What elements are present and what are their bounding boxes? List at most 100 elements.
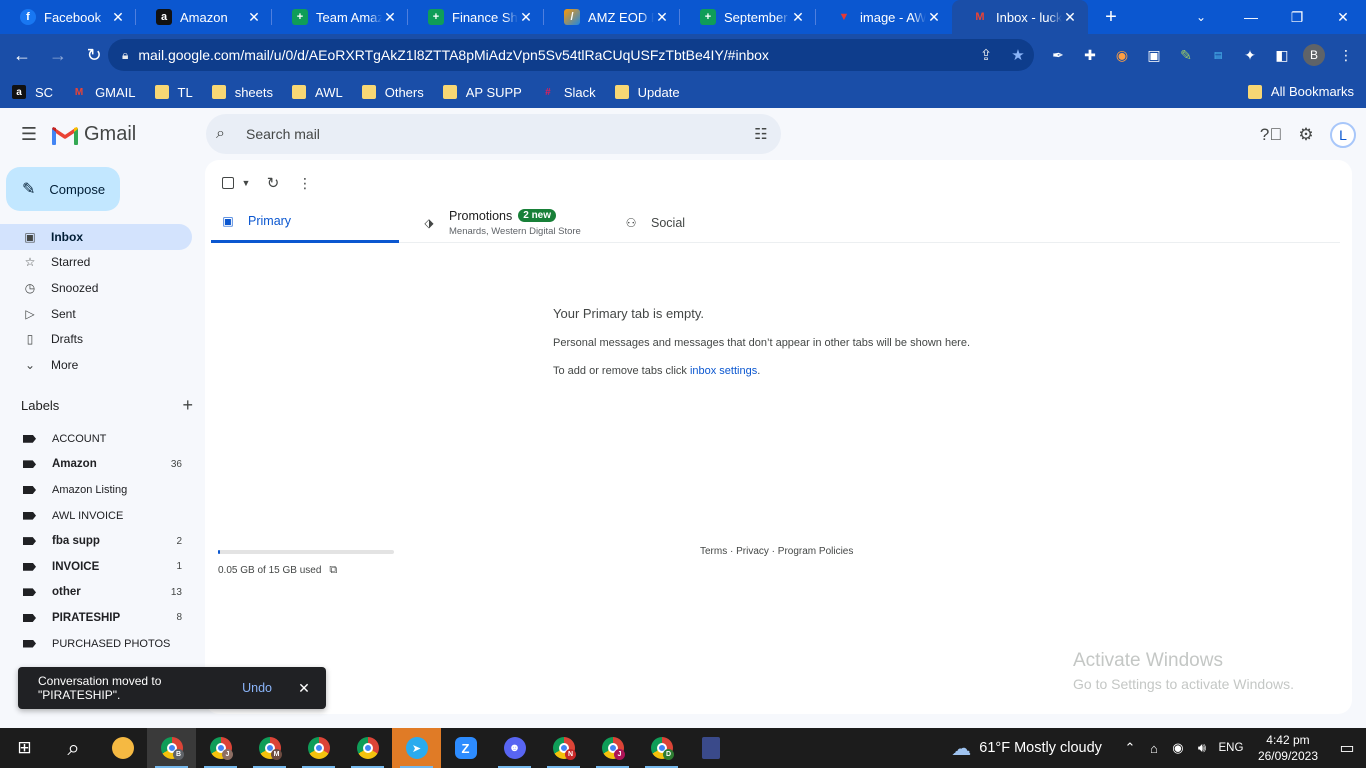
extensions-puzzle-icon[interactable]: ✦	[1234, 39, 1266, 71]
search-icon[interactable]: ⌕	[216, 125, 240, 143]
bookmark-item[interactable]: TL	[154, 85, 193, 100]
sidebar-item-inbox[interactable]: ▣ Inbox	[0, 224, 192, 250]
select-all-checkbox[interactable]	[217, 169, 239, 197]
telegram-icon[interactable]: ➤	[392, 728, 441, 768]
search-options-icon[interactable]: ☷	[741, 125, 781, 143]
chrome-profile-m-icon[interactable]: M	[245, 728, 294, 768]
discord-icon[interactable]: ☻	[490, 728, 539, 768]
browser-tab[interactable]: / AMZ EOD Report✕	[544, 0, 680, 34]
close-icon[interactable]: ✕	[294, 680, 314, 697]
search-input[interactable]	[246, 126, 741, 142]
close-tab-icon[interactable]: ✕	[246, 9, 262, 26]
inbox-settings-link[interactable]: inbox settings	[690, 365, 757, 377]
search-taskbar-icon[interactable]: ⌕	[49, 728, 98, 768]
minimize-button[interactable]: —	[1228, 0, 1274, 34]
label-item[interactable]: other 13	[0, 580, 192, 606]
close-tab-icon[interactable]: ✕	[926, 9, 942, 26]
sidebar-item-more[interactable]: ⌄ More	[0, 352, 192, 378]
label-item[interactable]: AWL INVOICE	[0, 503, 192, 529]
label-item[interactable]: INVOICE 1	[0, 554, 192, 580]
bookmark-item[interactable]: Update	[614, 85, 680, 100]
clock[interactable]: 4:42 pm 26/09/2023	[1258, 732, 1318, 764]
bookmark-item[interactable]: Others	[361, 85, 424, 100]
close-tab-icon[interactable]: ✕	[518, 9, 534, 26]
bookmark-item[interactable]: AP SUPP	[442, 85, 522, 100]
help-icon[interactable]: ?⃝	[1254, 118, 1288, 152]
browser-tab[interactable]: + Team Amazing✕	[272, 0, 408, 34]
chrome-profile-b-icon[interactable]: B	[147, 728, 196, 768]
network-icon[interactable]: ⌂	[1142, 741, 1166, 756]
zoom-icon[interactable]: Z	[441, 728, 490, 768]
label-item[interactable]: Amazon Listing	[0, 477, 192, 503]
weather-widget[interactable]: ☁ 61°F Mostly cloudy	[951, 736, 1102, 761]
bookmark-item[interactable]: sheets	[211, 85, 273, 100]
chevron-up-icon[interactable]: ⌃	[1118, 740, 1142, 756]
refresh-icon[interactable]: ↻	[253, 169, 293, 197]
browser-tab[interactable]: a Amazon ✕	[136, 0, 272, 34]
browser-tab[interactable]: + Finance Sheet✕	[408, 0, 544, 34]
reload-button[interactable]: ↻	[78, 39, 110, 71]
browser-tab[interactable]: M Inbox - lucky ✕	[952, 0, 1088, 34]
sidebar-item-drafts[interactable]: ▯ Drafts	[0, 326, 192, 352]
forward-button[interactable]: →	[42, 39, 74, 71]
bookmark-item[interactable]: M GMAIL	[72, 85, 136, 100]
close-tab-icon[interactable]: ✕	[382, 9, 398, 26]
settings-gear-icon[interactable]: ⚙	[1289, 118, 1323, 152]
back-button[interactable]: ←	[6, 39, 38, 71]
compose-button[interactable]: ✎ Compose	[6, 167, 120, 211]
main-menu-icon[interactable]: ☰	[17, 122, 41, 146]
extension-circle-icon[interactable]: ◉	[1106, 39, 1138, 71]
storage-meter[interactable]: 0.05 GB of 15 GB used ⧉	[218, 550, 394, 577]
extension-camera-icon[interactable]: ▣	[1138, 39, 1170, 71]
undo-button[interactable]: Undo	[242, 681, 272, 695]
chrome-profile-n-icon[interactable]: N	[539, 728, 588, 768]
volume-icon[interactable]: 🔊︎	[1190, 740, 1214, 756]
windows-start-icon[interactable]: ⊞	[0, 728, 49, 768]
footer-links[interactable]: Terms · Privacy · Program Policies	[700, 546, 853, 557]
chrome-profile-d-icon[interactable]: D	[637, 728, 686, 768]
profile-button[interactable]: B	[1298, 39, 1330, 71]
label-item[interactable]: fba supp 2	[0, 528, 192, 554]
close-tab-icon[interactable]: ✕	[110, 9, 126, 26]
camera-tray-icon[interactable]: ◉	[1166, 740, 1190, 756]
all-bookmarks-button[interactable]: All Bookmarks	[1247, 84, 1354, 99]
sidebar-item-sent[interactable]: ▷ Sent	[0, 301, 192, 327]
chrome-menu-icon[interactable]: ⋮	[1330, 39, 1362, 71]
extension-fba-icon[interactable]: ▤	[1202, 39, 1234, 71]
new-tab-button[interactable]: +	[1096, 6, 1126, 29]
side-panel-icon[interactable]: ◧	[1266, 39, 1298, 71]
label-item[interactable]: ACCOUNT	[0, 426, 192, 452]
sidebar-item-starred[interactable]: ☆ Starred	[0, 250, 192, 276]
sidebar-item-snoozed[interactable]: ◷ Snoozed	[0, 275, 192, 301]
account-avatar[interactable]: L	[1330, 122, 1356, 148]
label-item[interactable]: PURCHASED PHOTOS	[0, 631, 192, 657]
close-tab-icon[interactable]: ✕	[790, 9, 806, 26]
browser-tab[interactable]: ▼ image - AWL✕	[816, 0, 952, 34]
tab-social[interactable]: ⚇ Social	[623, 202, 793, 243]
browser-tab[interactable]: + September P✕	[680, 0, 816, 34]
bookmark-item[interactable]: AWL	[292, 85, 343, 100]
address-bar[interactable]: 🔒︎ mail.google.com/mail/u/0/d/AEoRXRTgAk…	[108, 39, 1034, 71]
search-bar[interactable]: ⌕ ☷	[206, 114, 781, 154]
more-options-icon[interactable]: ⋮	[293, 169, 317, 197]
chrome-profile-j-icon[interactable]: J	[196, 728, 245, 768]
tab-promotions[interactable]: ⬗ Promotions 2 new Menards, Western Digi…	[421, 202, 611, 243]
label-item[interactable]: Amazon 36	[0, 452, 192, 478]
bookmark-star-icon[interactable]: ★	[1002, 46, 1034, 64]
extension-puzzle-blue-icon[interactable]: ✚	[1074, 39, 1106, 71]
url-text[interactable]: mail.google.com/mail/u/0/d/AEoRXRTgAkZ1l…	[138, 47, 970, 63]
bookmark-item[interactable]: a SC	[12, 85, 53, 100]
bookmark-item[interactable]: # Slack	[541, 85, 596, 100]
external-link-icon[interactable]: ⧉	[329, 564, 337, 577]
language-indicator[interactable]: ENG	[1214, 742, 1248, 754]
chrome-profile-j2-icon[interactable]: J	[588, 728, 637, 768]
browser-tab[interactable]: f Facebook ✕	[0, 0, 136, 34]
extension-pen-icon[interactable]: ✒	[1042, 39, 1074, 71]
notifications-icon[interactable]: ▭	[1328, 738, 1366, 758]
share-icon[interactable]: ⇪	[970, 46, 1002, 64]
restore-button[interactable]: ❐	[1274, 0, 1320, 34]
chrome-profile-4-icon[interactable]	[294, 728, 343, 768]
close-tab-icon[interactable]: ✕	[654, 9, 670, 26]
tab-primary[interactable]: ▣ Primary	[211, 202, 399, 243]
close-tab-icon[interactable]: ✕	[1062, 9, 1078, 26]
